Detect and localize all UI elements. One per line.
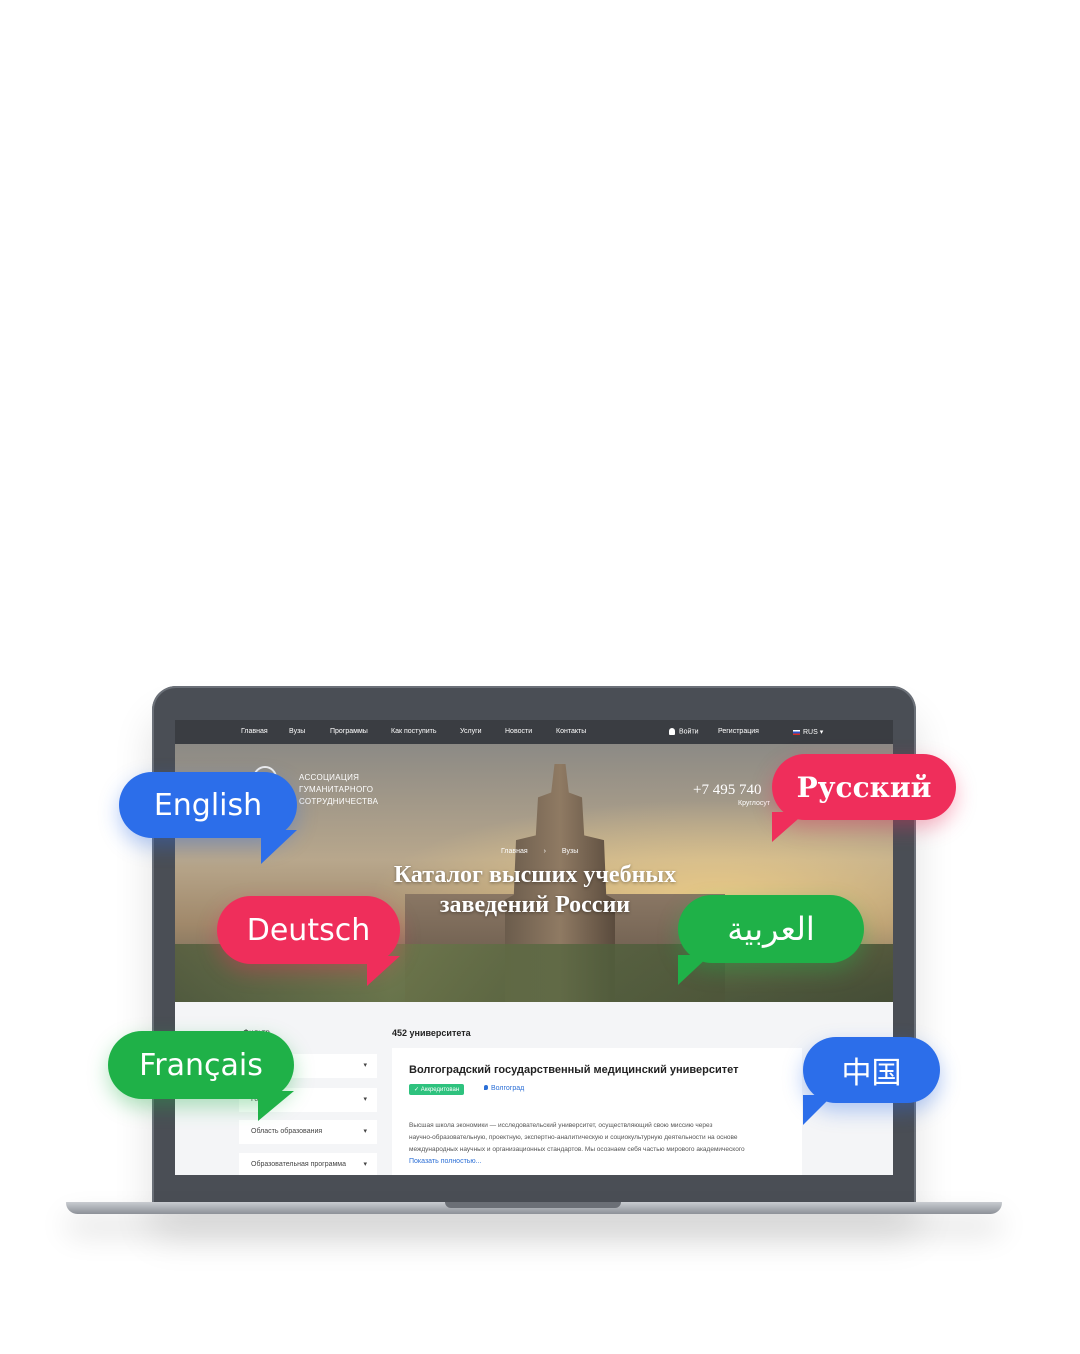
nav-item-admission[interactable]: Как поступить xyxy=(391,728,437,735)
nav-item-services[interactable]: Услуги xyxy=(460,728,482,735)
russian-flag-icon xyxy=(793,729,800,735)
chevron-down-icon: ▾ xyxy=(363,1161,367,1168)
site-nav: Главная Вузы Программы Как поступить Усл… xyxy=(175,720,893,744)
nav-item-contacts[interactable]: Контакты xyxy=(556,728,586,735)
accredited-badge: ✓ Аккредитован xyxy=(409,1084,465,1095)
chevron-down-icon: ▾ xyxy=(363,1062,367,1069)
association-logo-text[interactable]: АССОЦИАЦИЯ ГУМАНИТАРНОГО СОТРУДНИЧЕСТВА xyxy=(299,772,378,808)
language-select[interactable]: RUS ▾ xyxy=(793,728,823,736)
chevron-down-icon: ▾ xyxy=(363,1128,367,1135)
register-link[interactable]: Регистрация xyxy=(718,728,759,735)
nav-item-programs[interactable]: Программы xyxy=(330,728,368,735)
results-count: 452 университета xyxy=(392,1028,471,1038)
language-bubble-russian[interactable]: Русский xyxy=(772,754,956,842)
university-card[interactable]: Волгоградский государственный медицински… xyxy=(392,1048,802,1175)
bubble-tail xyxy=(678,955,710,985)
filter-education-area[interactable]: Область образования ▾ xyxy=(239,1120,377,1144)
location-pin-icon xyxy=(484,1085,488,1090)
breadcrumb-home[interactable]: Главная xyxy=(501,848,528,855)
chevron-down-icon: ▾ xyxy=(363,1096,367,1103)
city-tag[interactable]: Волгоград xyxy=(484,1085,524,1092)
language-bubble-arabic[interactable]: العربية xyxy=(678,895,864,985)
breadcrumb-separator-icon: › xyxy=(543,848,546,855)
nav-item-home[interactable]: Главная xyxy=(241,728,268,735)
bubble-tail xyxy=(258,1091,294,1121)
university-title[interactable]: Волгоградский государственный медицински… xyxy=(409,1064,739,1076)
language-bubble-english[interactable]: English xyxy=(119,772,297,864)
language-bubble-francais[interactable]: Français xyxy=(108,1031,294,1121)
bubble-tail xyxy=(772,812,806,842)
university-description: Высшая школа экономики — исследовательск… xyxy=(409,1122,745,1153)
language-bubble-chinese[interactable]: 中国 xyxy=(803,1037,940,1125)
language-bubble-deutsch[interactable]: Deutsch xyxy=(217,896,400,986)
bubble-tail xyxy=(803,1095,833,1125)
filter-program[interactable]: Образовательная программа ▾ xyxy=(239,1153,377,1175)
bubble-tail xyxy=(367,956,400,986)
login-link[interactable]: Войти xyxy=(669,728,699,735)
laptop-notch xyxy=(445,1202,621,1208)
nav-item-universities[interactable]: Вузы xyxy=(289,728,305,735)
show-more-link[interactable]: Показать полностью... xyxy=(409,1158,482,1165)
phone-number[interactable]: +7 495 740 xyxy=(693,782,761,799)
page-title: Каталог высших учебных заведений России xyxy=(393,862,677,918)
nav-item-news[interactable]: Новости xyxy=(505,728,532,735)
breadcrumb-universities[interactable]: Вузы xyxy=(562,848,578,855)
user-icon xyxy=(669,728,675,735)
phone-hours: Круглосут xyxy=(738,800,771,807)
breadcrumb: Главная › Вузы xyxy=(501,848,592,855)
bubble-tail xyxy=(261,830,297,864)
